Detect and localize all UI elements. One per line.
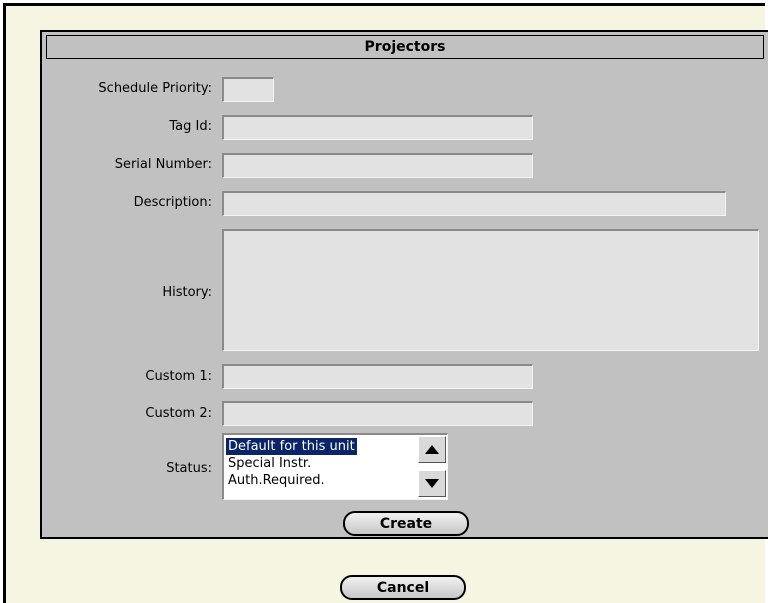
tag-id-label: Tag Id: [169, 119, 212, 134]
schedule-priority-input[interactable] [222, 77, 274, 102]
scroll-down-button[interactable] [418, 470, 446, 497]
history-label: History: [162, 285, 212, 300]
status-option-auth-required[interactable]: Auth.Required. [226, 472, 327, 489]
custom1-input[interactable] [222, 364, 533, 389]
down-arrow-icon [425, 479, 439, 488]
serial-number-input[interactable] [222, 153, 533, 178]
schedule-priority-label: Schedule Priority: [98, 81, 212, 96]
description-input[interactable] [222, 191, 726, 216]
custom1-label: Custom 1: [145, 369, 212, 384]
projectors-form-panel: Projectors Schedule Priority: Tag Id: Se… [40, 30, 768, 539]
status-option-default[interactable]: Default for this unit [226, 438, 357, 455]
description-label: Description: [133, 195, 212, 210]
create-button[interactable]: Create [343, 511, 469, 536]
status-listbox[interactable]: Default for this unit Special Instr. Aut… [222, 433, 448, 500]
form-title: Projectors [46, 35, 764, 59]
status-option-special-instr[interactable]: Special Instr. [226, 455, 313, 472]
cancel-button[interactable]: Cancel [340, 575, 466, 600]
serial-number-label: Serial Number: [114, 157, 212, 172]
history-textarea[interactable] [222, 229, 759, 351]
up-arrow-icon [425, 445, 439, 454]
status-label: Status: [166, 461, 212, 476]
scroll-up-button[interactable] [418, 436, 446, 463]
custom2-label: Custom 2: [145, 406, 212, 421]
custom2-input[interactable] [222, 401, 533, 426]
page-frame: Projectors Schedule Priority: Tag Id: Se… [3, 3, 768, 603]
tag-id-input[interactable] [222, 115, 533, 140]
